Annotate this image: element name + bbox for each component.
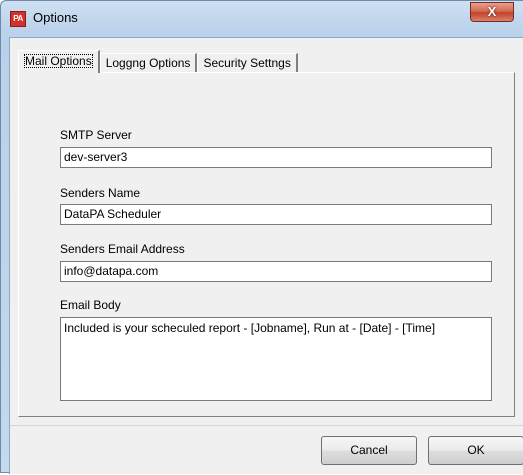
mail-options-panel: SMTP Server dev-server3 Senders Name Dat… bbox=[18, 72, 515, 417]
close-icon: X bbox=[487, 4, 497, 19]
smtp-server-input[interactable]: dev-server3 bbox=[60, 147, 492, 168]
senders-name-input[interactable]: DataPA Scheduler bbox=[60, 204, 492, 225]
senders-name-label: Senders Name bbox=[60, 186, 141, 200]
tab-logging-options[interactable]: Loggng Options bbox=[99, 53, 198, 73]
tab-mail-options[interactable]: Mail Options bbox=[18, 50, 100, 73]
smtp-server-label: SMTP Server bbox=[60, 128, 132, 142]
tab-label: Mail Options bbox=[24, 54, 93, 68]
tab-label: Security Settngs bbox=[203, 56, 291, 70]
senders-email-label: Senders Email Address bbox=[60, 242, 185, 256]
cancel-button[interactable]: Cancel bbox=[321, 436, 417, 465]
ok-button[interactable]: OK bbox=[428, 436, 523, 465]
close-button[interactable]: X bbox=[470, 2, 514, 22]
options-dialog: PA Options X Mail Options Loggng Options… bbox=[0, 0, 523, 474]
title-bar[interactable]: PA Options X bbox=[1, 1, 523, 37]
tab-strip: Mail Options Loggng Options Security Set… bbox=[18, 50, 298, 73]
email-body-label: Email Body bbox=[60, 298, 121, 312]
dialog-client-area: Mail Options Loggng Options Security Set… bbox=[9, 37, 523, 474]
window-title: Options bbox=[33, 10, 78, 25]
senders-email-input[interactable]: info@datapa.com bbox=[60, 261, 492, 282]
button-bar: Cancel OK bbox=[10, 425, 523, 475]
tab-label: Loggng Options bbox=[105, 56, 191, 70]
tab-security-settings[interactable]: Security Settngs bbox=[197, 53, 298, 73]
app-icon: PA bbox=[10, 11, 26, 27]
email-body-textarea[interactable]: Included is your scheculed report - [Job… bbox=[60, 317, 492, 401]
